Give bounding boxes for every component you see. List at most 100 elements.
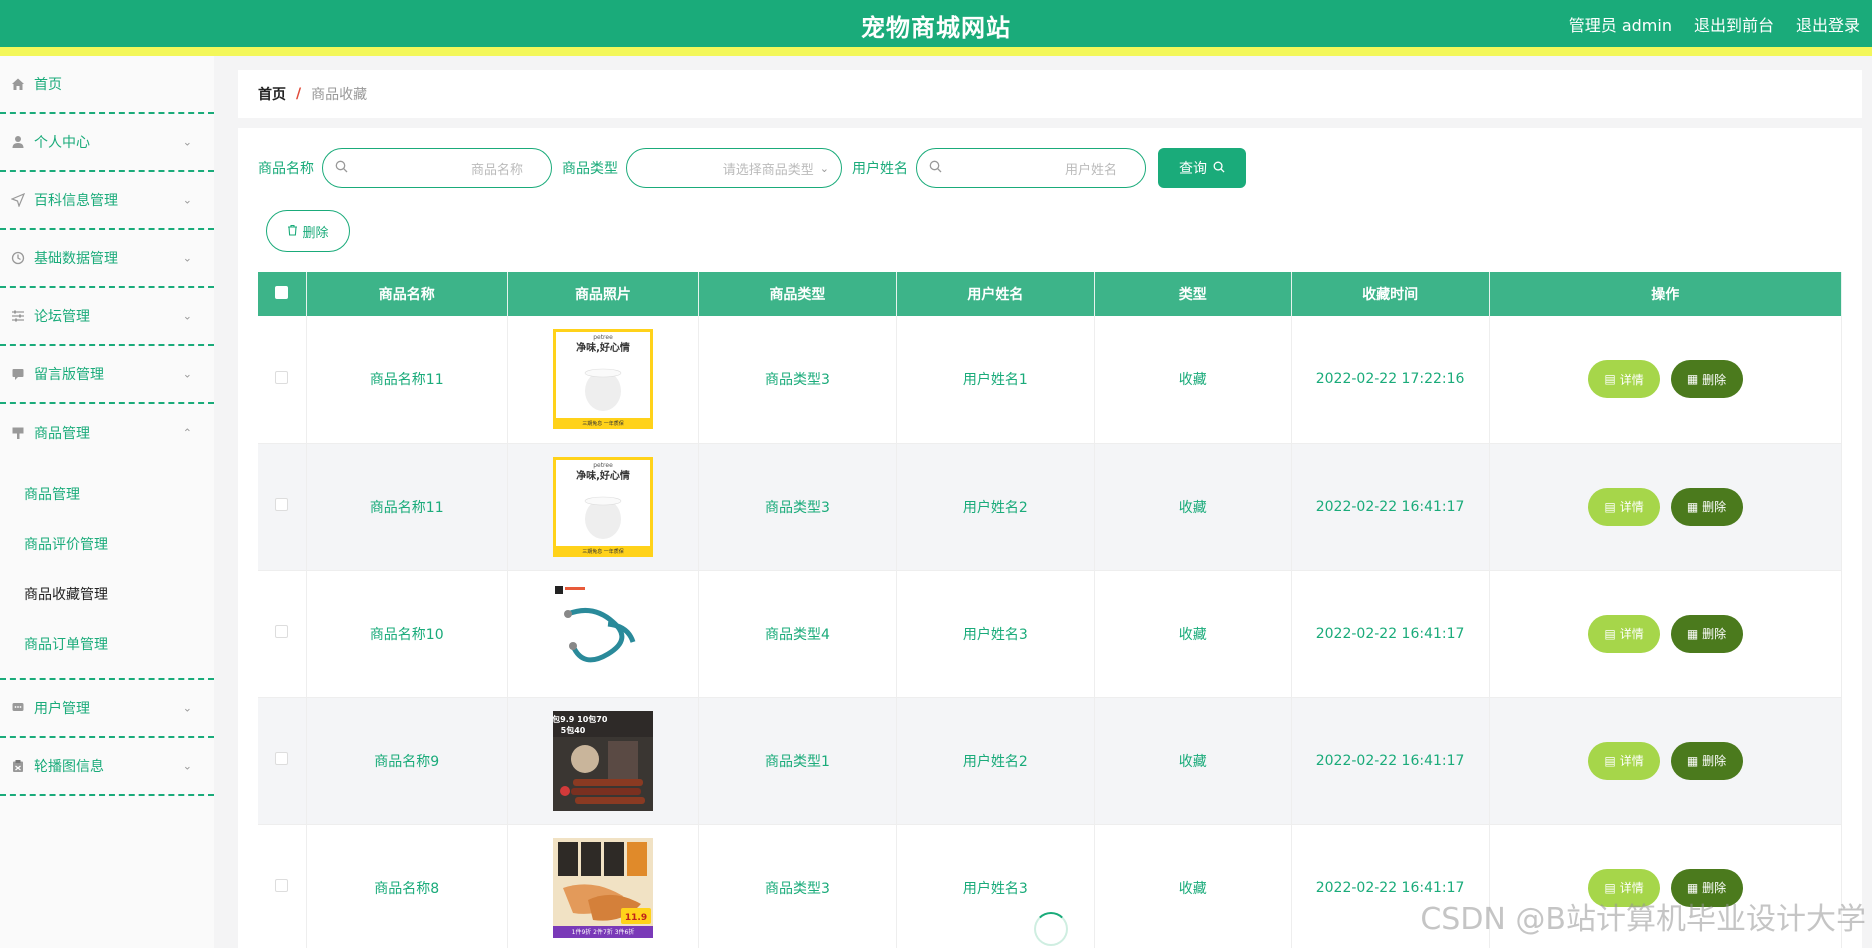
select-all-checkbox[interactable] bbox=[275, 285, 289, 299]
favorite-time-cell: 2022-02-22 16:41:17 bbox=[1291, 697, 1490, 825]
document-icon: ▤ bbox=[1604, 753, 1616, 768]
actions-cell: ▤ 详情 ▦ 删除 bbox=[1489, 697, 1843, 825]
sidebar-item-users[interactable]: 用户管理 ⌄ bbox=[0, 680, 214, 738]
treats-promo-text: 1包9.9 10包70 bbox=[553, 714, 608, 724]
user-name-cell: 用户姓名3 bbox=[896, 570, 1095, 698]
row-checkbox[interactable] bbox=[275, 625, 289, 638]
chevron-down-icon: ⌄ bbox=[182, 135, 192, 149]
breadcrumb-home[interactable]: 首页 bbox=[258, 84, 286, 104]
detail-button[interactable]: ▤ 详情 bbox=[1588, 741, 1661, 780]
actions-cell: ▤ 详情 ▦ 删除 bbox=[1489, 316, 1843, 444]
product-type-cell: 商品类型3 bbox=[698, 316, 897, 444]
favorite-time-cell: 2022-02-22 17:22:16 bbox=[1291, 316, 1490, 444]
table-row: 商品名称11 petree 净味,好心情 三期免息 一年质保 商品类型3 用户姓… bbox=[258, 443, 1843, 571]
trash-icon: ▦ bbox=[1686, 499, 1699, 514]
sidebar-item-guestbook[interactable]: 留言版管理 ⌄ bbox=[0, 346, 214, 404]
admin-label[interactable]: 管理员 admin bbox=[1569, 12, 1672, 36]
submenu-product-manage[interactable]: 商品管理 bbox=[0, 470, 214, 520]
product-name-cell: 商品名称9 bbox=[306, 697, 508, 825]
sidebar-item-products[interactable]: 商品管理 ⌃ bbox=[0, 404, 214, 462]
row-select-cell[interactable] bbox=[258, 443, 307, 571]
delete-button[interactable]: ▦ 删除 bbox=[1670, 487, 1743, 526]
sidebar-item-basic-data[interactable]: 基础数据管理 ⌄ bbox=[0, 230, 214, 288]
select-all-cell[interactable] bbox=[258, 272, 307, 316]
product-name-placeholder: 商品名称 bbox=[470, 162, 523, 178]
breadcrumb-separator: / bbox=[296, 86, 302, 102]
back-to-front-link[interactable]: 退出到前台 bbox=[1694, 12, 1774, 36]
jerky-footer-text: 1件9折 2件7折 3件6折 bbox=[572, 928, 635, 936]
search-bar: 商品名称 商品名称 商品类型 请选择商品类型 ⌄ 用户姓名 用户姓名 查询 bbox=[258, 148, 1246, 188]
user-icon bbox=[10, 134, 26, 150]
sidebar-item-home[interactable]: 首页 bbox=[0, 56, 214, 114]
delete-label: 删除 bbox=[1702, 627, 1727, 641]
kind-cell: 收藏 bbox=[1094, 824, 1292, 948]
cat-litter-image: petree 净味,好心情 三期免息 一年质保 bbox=[552, 329, 653, 430]
sidebar-item-carousel[interactable]: 轮播图信息 ⌄ bbox=[0, 738, 214, 796]
detail-label: 详情 bbox=[1619, 372, 1644, 387]
sidebar-item-label: 商品管理 bbox=[34, 426, 90, 442]
litter-slogan-text: 净味,好心情 bbox=[576, 341, 630, 354]
product-name-cell: 商品名称11 bbox=[306, 316, 508, 444]
product-photo-cell bbox=[507, 570, 699, 698]
delete-button[interactable]: ▦ 删除 bbox=[1670, 360, 1743, 399]
search-icon bbox=[335, 160, 348, 177]
delete-button[interactable]: ▦ 删除 bbox=[1670, 614, 1743, 653]
delete-button[interactable]: ▦ 删除 bbox=[1670, 741, 1743, 780]
submenu-product-orders[interactable]: 商品订单管理 bbox=[0, 620, 214, 670]
product-name-input[interactable]: 商品名称 bbox=[322, 148, 552, 188]
row-select-cell[interactable] bbox=[258, 316, 307, 444]
batch-delete-button[interactable]: 删除 bbox=[266, 210, 350, 252]
detail-label: 详情 bbox=[1619, 754, 1644, 768]
user-name-input[interactable]: 用户姓名 bbox=[916, 148, 1146, 188]
sidebar-item-label: 轮播图信息 bbox=[34, 759, 104, 775]
detail-button[interactable]: ▤ 详情 bbox=[1588, 487, 1661, 526]
column-header: 操作 bbox=[1489, 272, 1843, 316]
row-checkbox[interactable] bbox=[275, 370, 289, 384]
row-select-cell[interactable] bbox=[258, 697, 307, 825]
loading-spinner bbox=[1034, 912, 1068, 946]
chat-icon bbox=[10, 700, 26, 716]
search-icon bbox=[1213, 160, 1225, 176]
product-type-label: 商品类型 bbox=[562, 161, 618, 177]
table-row: 商品名称11 petree 净味,好心情 三期免息 一年质保 商品类型3 用户姓… bbox=[258, 316, 1843, 444]
top-header: 宠物商城网站 管理员 admin 退出到前台 退出登录 bbox=[0, 0, 1872, 56]
row-select-cell[interactable] bbox=[258, 824, 307, 948]
detail-button[interactable]: ▤ 详情 bbox=[1588, 360, 1661, 399]
submenu-product-favorites[interactable]: 商品收藏管理 bbox=[0, 570, 214, 620]
table-row: 商品名称9 1包9.9 10包70 5包40 商 bbox=[258, 697, 1843, 825]
row-select-cell[interactable] bbox=[258, 570, 307, 698]
batch-delete-label: 删除 bbox=[302, 224, 329, 240]
detail-button[interactable]: ▤ 详情 bbox=[1588, 614, 1661, 653]
product-type-select[interactable]: 请选择商品类型 ⌄ bbox=[626, 148, 842, 188]
row-checkbox[interactable] bbox=[275, 879, 289, 892]
product-name-cell: 商品名称8 bbox=[306, 824, 508, 948]
submenu-product-review[interactable]: 商品评价管理 bbox=[0, 520, 214, 570]
treats-promo2-text: 5包40 bbox=[561, 725, 586, 735]
product-photo-cell: petree 净味,好心情 三期免息 一年质保 bbox=[507, 443, 699, 571]
document-icon: ▤ bbox=[1604, 372, 1616, 387]
sidebar-item-label: 论坛管理 bbox=[34, 309, 90, 325]
header-stripe bbox=[0, 47, 1872, 56]
logout-link[interactable]: 退出登录 bbox=[1796, 12, 1860, 36]
cat-litter-image: petree 净味,好心情 三期免息 一年质保 bbox=[552, 456, 653, 557]
litter-slogan-text: 净味,好心情 bbox=[576, 469, 630, 482]
query-button[interactable]: 查询 bbox=[1158, 148, 1246, 188]
chevron-down-icon: ⌄ bbox=[819, 161, 829, 175]
user-name-label: 用户姓名 bbox=[852, 161, 908, 177]
litter-footer-text: 三期免息 一年质保 bbox=[582, 548, 624, 555]
column-header: 用户姓名 bbox=[896, 272, 1095, 316]
user-name-cell: 用户姓名2 bbox=[896, 443, 1095, 571]
sidebar-item-personal[interactable]: 个人中心 ⌄ bbox=[0, 114, 214, 172]
sidebar-item-label: 个人中心 bbox=[34, 135, 90, 151]
row-checkbox[interactable] bbox=[275, 498, 289, 511]
row-checkbox[interactable] bbox=[275, 752, 289, 765]
litter-footer-text: 三期免息 一年质保 bbox=[582, 420, 624, 427]
product-type-cell: 商品类型3 bbox=[698, 824, 897, 948]
delete-label: 删除 bbox=[1702, 500, 1727, 514]
sidebar-item-encyclopedia[interactable]: 百科信息管理 ⌄ bbox=[0, 172, 214, 230]
sidebar-item-forum[interactable]: 论坛管理 ⌄ bbox=[0, 288, 214, 346]
actions-cell: ▤ 详情 ▦ 删除 bbox=[1489, 443, 1843, 571]
jerky-price-text: 11.9 bbox=[625, 913, 647, 923]
detail-label: 详情 bbox=[1619, 500, 1644, 514]
document-icon: ▤ bbox=[1604, 499, 1616, 514]
